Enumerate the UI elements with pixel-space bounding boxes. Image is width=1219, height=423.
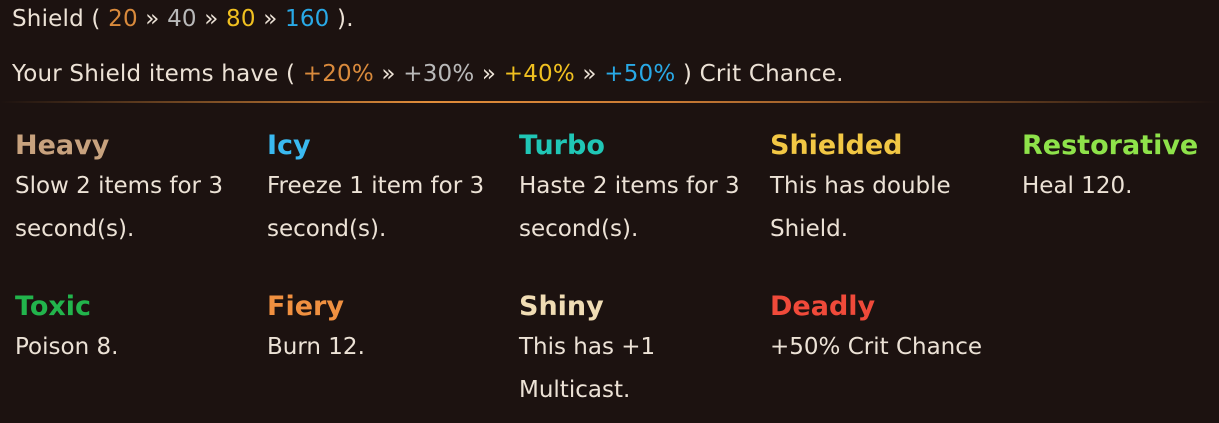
tier-line-suffix: ).	[329, 6, 354, 32]
enchantment-name: Shielded	[770, 130, 903, 161]
enchantment-fiery: Fiery Burn 12.	[267, 290, 502, 369]
enchantment-shielded: Shielded This has double Shield.	[770, 129, 1005, 251]
enchantment-name: Heavy	[15, 130, 110, 161]
enchantment-description: +50% Crit Chance	[770, 334, 983, 360]
enchantment-name: Icy	[267, 130, 311, 161]
enchantment-toxic: Toxic Poison 8.	[15, 290, 250, 369]
crit-value-diamond: +50%	[604, 61, 676, 87]
crit-value-gold: +40%	[503, 61, 575, 87]
tier-value-diamond: 160	[285, 6, 330, 32]
enchantment-description: Slow 2 items for 3 second(s).	[15, 173, 223, 242]
enchantment-deadly: Deadly +50% Crit Chance	[770, 290, 1005, 369]
enchantment-turbo: Turbo Haste 2 items for 3 second(s).	[519, 129, 754, 251]
section-divider	[0, 101, 1219, 103]
tier-separator: »	[137, 6, 168, 32]
enchantment-shiny: Shiny This has +1 Multicast.	[519, 290, 689, 412]
tier-line-prefix: Shield (	[12, 6, 109, 32]
enchantment-name: Fiery	[267, 291, 344, 322]
enchantment-name: Toxic	[15, 291, 92, 322]
enchantment-restorative: Restorative Heal 120.	[1022, 129, 1212, 208]
enchantment-name: Turbo	[519, 130, 605, 161]
tier-separator: »	[574, 61, 605, 87]
enchantment-description: Heal 120.	[1022, 173, 1133, 199]
tier-separator: »	[255, 6, 286, 32]
tier-value-bronze: 20	[108, 6, 138, 32]
enchantment-description: Burn 12.	[267, 334, 365, 360]
crit-value-bronze: +20%	[302, 61, 374, 87]
crit-value-silver: +30%	[403, 61, 475, 87]
enchantment-name: Deadly	[770, 291, 876, 322]
tier-value-silver: 40	[167, 6, 197, 32]
enchantment-description: Freeze 1 item for 3 second(s).	[267, 173, 485, 242]
enchantment-description: Haste 2 items for 3 second(s).	[519, 173, 740, 242]
crit-line-prefix: Your Shield items have (	[12, 61, 303, 87]
enchantment-name: Restorative	[1022, 130, 1199, 161]
tier-separator: »	[196, 6, 227, 32]
tier-separator: »	[474, 61, 504, 87]
enchantment-icy: Icy Freeze 1 item for 3 second(s).	[267, 129, 502, 251]
crit-line-suffix: ) Crit Chance.	[675, 61, 844, 87]
tier-separator: »	[373, 61, 404, 87]
enchantment-description: This has +1 Multicast.	[519, 334, 656, 403]
enchantment-heavy: Heavy Slow 2 items for 3 second(s).	[15, 129, 250, 251]
crit-chance-line: Your Shield items have ( +20% » +30% » +…	[12, 61, 844, 87]
enchantment-description: Poison 8.	[15, 334, 119, 360]
shield-tier-values: Shield ( 20 » 40 » 80 » 160 ).	[12, 6, 354, 32]
tier-value-gold: 80	[226, 6, 256, 32]
enchantment-name: Shiny	[519, 291, 604, 322]
enchantment-description: This has double Shield.	[770, 173, 951, 242]
